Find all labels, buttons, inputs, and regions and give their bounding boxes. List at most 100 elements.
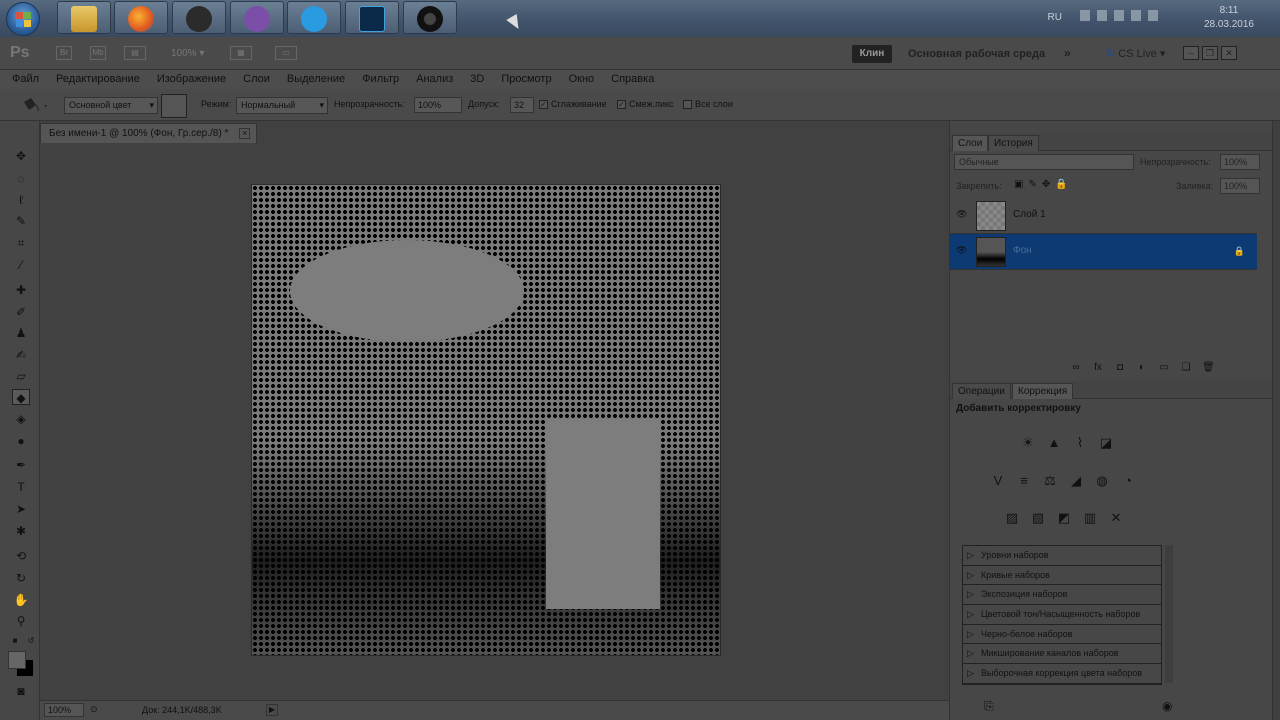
close-document-button[interactable]: × xyxy=(239,128,251,139)
image-canvas[interactable] xyxy=(252,185,720,655)
curves-icon[interactable]: ⌇ xyxy=(1070,434,1090,452)
taskbar-explorer[interactable] xyxy=(57,1,111,34)
blur-tool-icon[interactable]: ◈ xyxy=(12,411,30,427)
taskbar-skype[interactable] xyxy=(287,1,341,34)
view-extras-icon[interactable]: ▤ xyxy=(124,46,146,60)
hue-saturation-icon[interactable]: ≡ xyxy=(1014,472,1034,490)
visibility-eye-icon[interactable]: 👁 xyxy=(956,245,968,255)
taskbar-firefox[interactable] xyxy=(114,1,168,34)
menu-item[interactable]: Изображение xyxy=(157,70,226,89)
mode-select[interactable]: Нормальный xyxy=(236,97,328,114)
fill-source-select[interactable]: Основной цвет xyxy=(64,97,158,114)
status-menu-icon[interactable]: ⊙ xyxy=(90,704,98,715)
opacity-field[interactable]: 100% xyxy=(414,97,462,113)
cs-live-menu[interactable]: ↻ CS Live ▾ xyxy=(1106,47,1165,60)
close-window-button[interactable]: ✕ xyxy=(1221,46,1237,60)
taskbar-telegram[interactable] xyxy=(172,1,226,34)
new-layer-icon[interactable]: ❏ xyxy=(1180,362,1192,374)
tool-preset-picker[interactable] xyxy=(18,96,50,116)
add-mask-icon[interactable]: ◘ xyxy=(1114,362,1126,374)
tab-layers[interactable]: Слои xyxy=(952,135,989,151)
flag-icon[interactable] xyxy=(1080,10,1090,21)
document-tab[interactable]: Без имени-1 @ 100% (Фон, Гр.сер./8) * × xyxy=(40,123,258,143)
crop-tool-icon[interactable]: ⌗ xyxy=(12,235,30,251)
quick-selection-tool-icon[interactable]: ✎ xyxy=(12,213,30,229)
tab-adjustments[interactable]: Коррекция xyxy=(1012,383,1074,399)
menu-item[interactable]: 3D xyxy=(470,70,484,89)
layer-opacity-field[interactable]: 100% xyxy=(1220,154,1260,170)
preset-item[interactable]: Цветовой тон/Насыщенность наборов xyxy=(963,605,1161,625)
volume-icon[interactable] xyxy=(1148,10,1158,21)
taskbar-photoshop[interactable] xyxy=(345,1,399,34)
all-layers-checkbox[interactable] xyxy=(683,100,692,109)
vibrance-icon[interactable]: V xyxy=(988,472,1008,490)
minimize-button[interactable]: – xyxy=(1183,46,1199,60)
clock[interactable]: 8:11 28.03.2016 xyxy=(1204,4,1254,32)
marquee-tool-icon[interactable]: ◌ xyxy=(12,171,30,187)
history-brush-tool-icon[interactable]: ✍ xyxy=(12,347,30,363)
eyedropper-tool-icon[interactable]: ⁄ xyxy=(12,257,30,273)
quick-mask-icon[interactable]: ◙ xyxy=(12,683,30,699)
status-menu-arrow[interactable]: ▶ xyxy=(266,704,278,716)
preset-item[interactable]: Кривые наборов xyxy=(963,566,1161,586)
menu-item[interactable]: Просмотр xyxy=(501,70,551,89)
layer-name[interactable]: Фон xyxy=(1013,245,1032,256)
foreground-color-swatch[interactable] xyxy=(8,651,26,669)
restore-button[interactable]: ❐ xyxy=(1202,46,1218,60)
menu-item[interactable]: Слои xyxy=(243,70,270,89)
menu-item[interactable]: Редактирование xyxy=(56,70,140,89)
visibility-eye-icon[interactable]: 👁 xyxy=(956,209,968,219)
new-adjustment-layer-icon[interactable]: ◐ xyxy=(1136,362,1148,374)
workspace-name[interactable]: Основная рабочая среда xyxy=(908,48,1045,60)
3d-rotate-tool-icon[interactable]: ⟲ xyxy=(12,548,30,564)
start-button[interactable] xyxy=(6,2,40,36)
network-icon[interactable] xyxy=(1131,10,1141,21)
new-group-icon[interactable]: ▭ xyxy=(1158,362,1170,374)
status-zoom-field[interactable]: 100% xyxy=(44,703,84,717)
shape-tool-icon[interactable]: ✱ xyxy=(12,523,30,539)
return-icon[interactable]: ⎘ xyxy=(984,699,994,714)
exposure-icon[interactable]: ◪ xyxy=(1096,434,1116,452)
layer-name[interactable]: Слой 1 xyxy=(1013,209,1046,220)
menu-item[interactable]: Справка xyxy=(611,70,654,89)
preset-item[interactable]: Выборочная коррекция цвета наборов xyxy=(963,664,1161,684)
dodge-tool-icon[interactable]: ● xyxy=(12,433,30,449)
pen-tool-icon[interactable]: ✒ xyxy=(12,457,30,473)
delete-layer-icon[interactable]: 🗑 xyxy=(1202,362,1215,374)
invert-icon[interactable]: ▨ xyxy=(1002,509,1022,527)
eraser-tool-icon[interactable]: ▱ xyxy=(12,368,30,384)
paint-bucket-tool-icon[interactable]: ◆ xyxy=(12,389,30,405)
preset-item[interactable]: Уровни наборов xyxy=(963,546,1161,566)
power-icon[interactable] xyxy=(1097,10,1107,21)
layer-row-selected[interactable]: 👁 Фон 🔒 xyxy=(950,234,1257,270)
menu-item[interactable]: Файл xyxy=(12,70,39,89)
preset-item[interactable]: Экспозиция наборов xyxy=(963,585,1161,606)
layer-style-icon[interactable]: fx xyxy=(1092,362,1104,374)
pattern-swatch[interactable] xyxy=(161,94,187,118)
path-selection-tool-icon[interactable]: ➤ xyxy=(12,501,30,517)
move-tool-icon[interactable]: ✥ xyxy=(12,148,30,164)
layer-row[interactable]: 👁 Слой 1 xyxy=(950,198,1257,234)
preset-item[interactable]: Черно-белое наборов xyxy=(963,625,1161,645)
color-balance-icon[interactable]: ⚖ xyxy=(1040,472,1060,490)
tab-history[interactable]: История xyxy=(988,135,1039,151)
language-indicator[interactable]: RU xyxy=(1048,12,1062,23)
3d-orbit-tool-icon[interactable]: ↻ xyxy=(12,570,30,586)
lasso-tool-icon[interactable]: ℓ xyxy=(12,192,30,208)
selective-color-icon[interactable]: ✕ xyxy=(1106,509,1126,527)
zoom-tool-icon[interactable]: ⚲ xyxy=(12,613,30,629)
lock-icons[interactable]: ▣✎✥🔒 xyxy=(1014,179,1073,190)
menu-item[interactable]: Окно xyxy=(569,70,595,89)
screen-mode-icon[interactable]: ▭ xyxy=(275,46,297,60)
taskbar-obs[interactable] xyxy=(403,1,457,34)
tab-actions[interactable]: Операции xyxy=(952,383,1011,399)
healing-brush-tool-icon[interactable]: ✚ xyxy=(12,282,30,298)
brightness-icon[interactable]: ☀ xyxy=(1018,434,1038,452)
arrange-documents-icon[interactable]: ▦ xyxy=(230,46,252,60)
tolerance-field[interactable]: 32 xyxy=(510,97,534,113)
clone-stamp-tool-icon[interactable]: ♟ xyxy=(12,325,30,341)
zoom-level-select[interactable]: 100% ▾ xyxy=(171,48,204,59)
device-icon[interactable] xyxy=(1114,10,1124,21)
type-tool-icon[interactable]: T xyxy=(12,479,30,495)
preset-item[interactable]: Микширование каналов наборов xyxy=(963,644,1161,665)
